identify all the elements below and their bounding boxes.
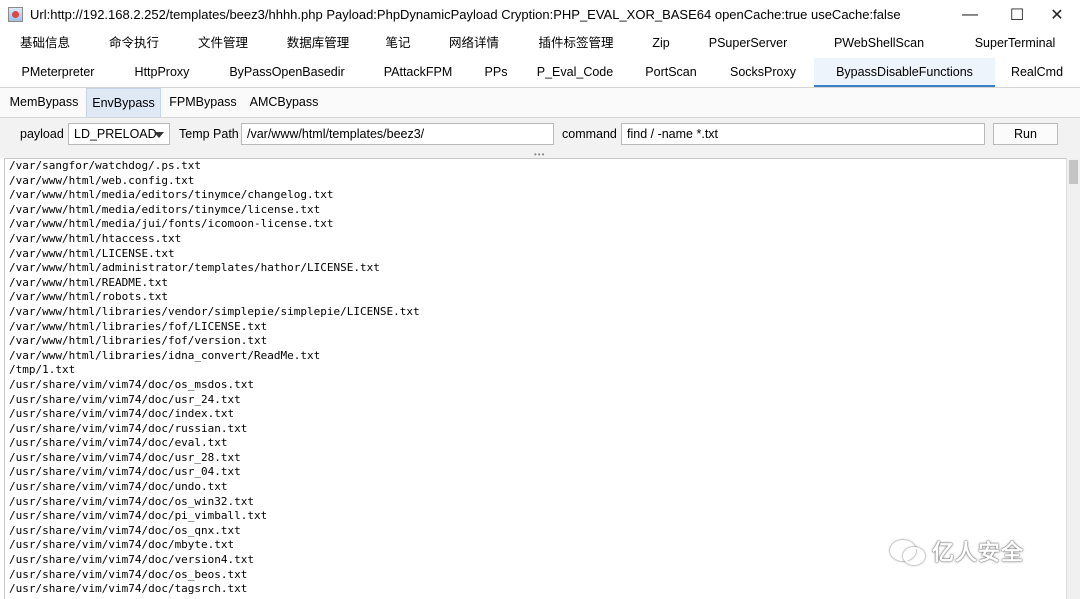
- output-line: /usr/share/vim/vim74/doc/tagsrch.txt: [9, 582, 248, 596]
- output-line: /var/www/html/libraries/idna_convert/Rea…: [9, 348, 321, 362]
- output-line: /var/www/html/README.txt: [9, 275, 168, 289]
- run-button[interactable]: Run: [993, 123, 1058, 145]
- output-lines: /var/sangfor/watchdog/.ps.txt/var/www/ht…: [5, 159, 1066, 597]
- tab-bypassdisablefunctions[interactable]: BypassDisableFunctions: [814, 58, 995, 87]
- output-line: /usr/share/vim/vim74/doc/os_beos.txt: [9, 567, 248, 581]
- tab-portscan[interactable]: PortScan: [635, 58, 707, 87]
- watermark-text: 亿人安全: [932, 540, 1025, 565]
- output-scrollbar[interactable]: [1066, 158, 1080, 599]
- tab-pwebshellscan[interactable]: PWebShellScan: [826, 29, 932, 58]
- command-label: command: [562, 127, 617, 141]
- close-icon[interactable]: ✕: [1034, 0, 1080, 30]
- output-line: /var/www/html/web.config.txt: [9, 173, 195, 187]
- subtab-membypass[interactable]: MemBypass: [4, 88, 84, 117]
- tab-notes[interactable]: 笔记: [375, 29, 421, 58]
- tab-file-manager[interactable]: 文件管理: [186, 29, 260, 58]
- tab-basic-info[interactable]: 基础信息: [8, 29, 82, 58]
- output-line: /usr/share/vim/vim74/doc/usr_28.txt: [9, 450, 241, 464]
- tab-pmeterpreter[interactable]: PMeterpreter: [8, 58, 108, 87]
- minimize-icon[interactable]: —: [947, 0, 993, 30]
- output-line: /usr/share/vim/vim74/doc/os_msdos.txt: [9, 377, 255, 391]
- tab-zip[interactable]: Zip: [640, 29, 682, 58]
- output-line: /var/www/html/libraries/fof/LICENSE.txt: [9, 319, 268, 333]
- title-bar: Url:http://192.168.2.252/templates/beez3…: [0, 0, 1080, 30]
- payload-select[interactable]: LD_PRELOAD: [68, 123, 170, 145]
- output-line: /tmp/1.txt: [9, 363, 76, 377]
- output-line: /var/sangfor/watchdog/.ps.txt: [9, 159, 202, 172]
- tab-network-details[interactable]: 网络详情: [437, 29, 511, 58]
- tab-realcmd[interactable]: RealCmd: [1005, 58, 1069, 87]
- tab-pps[interactable]: PPs: [476, 58, 516, 87]
- command-input[interactable]: [621, 123, 985, 145]
- output-line: /var/www/html/administrator/templates/ha…: [9, 261, 380, 275]
- tab-p-eval-code[interactable]: P_Eval_Code: [530, 58, 620, 87]
- tab-psuperserver[interactable]: PSuperServer: [698, 29, 798, 58]
- window-title: Url:http://192.168.2.252/templates/beez3…: [30, 7, 901, 22]
- scrollbar-thumb[interactable]: [1069, 160, 1078, 184]
- output-line: /var/www/html/libraries/fof/version.txt: [9, 334, 268, 348]
- output-line: /usr/share/vim/vim74/doc/pi_vimball.txt: [9, 509, 268, 523]
- envbypass-form: payload LD_PRELOAD Temp Path command Run: [0, 118, 1080, 152]
- output-line: /var/www/html/media/editors/tinymce/lice…: [9, 202, 321, 216]
- chevron-down-icon: [154, 132, 164, 138]
- subtab-fpmbypass[interactable]: FPMBypass: [164, 88, 242, 117]
- watermark: 亿人安全: [890, 533, 1024, 569]
- tab-httpproxy[interactable]: HttpProxy: [121, 58, 203, 87]
- output-line: /usr/share/vim/vim74/doc/eval.txt: [9, 436, 228, 450]
- output-line: /usr/share/vim/vim74/doc/index.txt: [9, 407, 235, 421]
- tab-command-exec[interactable]: 命令执行: [97, 29, 171, 58]
- output-line: /usr/share/vim/vim74/doc/undo.txt: [9, 480, 228, 494]
- payload-label: payload: [20, 127, 64, 141]
- tab-socksproxy[interactable]: SocksProxy: [722, 58, 804, 87]
- temp-path-label: Temp Path: [179, 127, 239, 141]
- subtab-envbypass[interactable]: EnvBypass: [86, 88, 161, 117]
- tab-bypassopenbasedir[interactable]: ByPassOpenBasedir: [222, 58, 352, 87]
- tab-pattackfpm[interactable]: PAttackFPM: [372, 58, 464, 87]
- java-app-icon: [8, 7, 23, 22]
- output-line: /var/www/html/media/editors/tinymce/chan…: [9, 188, 334, 202]
- output-line: /var/www/html/media/jui/fonts/icomoon-li…: [9, 217, 334, 231]
- tab-superterminal[interactable]: SuperTerminal: [965, 29, 1065, 58]
- output-line: /var/www/html/htaccess.txt: [9, 231, 182, 245]
- tab-database-manager[interactable]: 数据库管理: [275, 29, 361, 58]
- tab-plugin-tag-manager[interactable]: 插件标签管理: [527, 29, 625, 58]
- output-line: /usr/share/vim/vim74/doc/usr_04.txt: [9, 465, 241, 479]
- temp-path-input[interactable]: [241, 123, 554, 145]
- subtab-amcbypass[interactable]: AMCBypass: [245, 88, 323, 117]
- plugin-tabs-row-2: PMeterpreter HttpProxy ByPassOpenBasedir…: [0, 58, 1080, 88]
- output-line: /var/www/html/LICENSE.txt: [9, 246, 175, 260]
- bypass-subtabs: MemBypass EnvBypass FPMBypass AMCBypass: [0, 88, 1080, 118]
- output-line: /var/www/html/libraries/vendor/simplepie…: [9, 304, 420, 318]
- splitter-handle[interactable]: •••: [0, 150, 1080, 159]
- output-line: /usr/share/vim/vim74/doc/os_win32.txt: [9, 494, 255, 508]
- output-line: /usr/share/vim/vim74/doc/russian.txt: [9, 421, 248, 435]
- wechat-icon: [890, 538, 925, 565]
- plugin-tabs-row-1: 基础信息 命令执行 文件管理 数据库管理 笔记 网络详情 插件标签管理 Zip …: [0, 29, 1080, 58]
- output-line: /var/www/html/robots.txt: [9, 290, 168, 304]
- payload-select-value: LD_PRELOAD: [74, 127, 157, 141]
- output-line: /usr/share/vim/vim74/doc/usr_24.txt: [9, 392, 241, 406]
